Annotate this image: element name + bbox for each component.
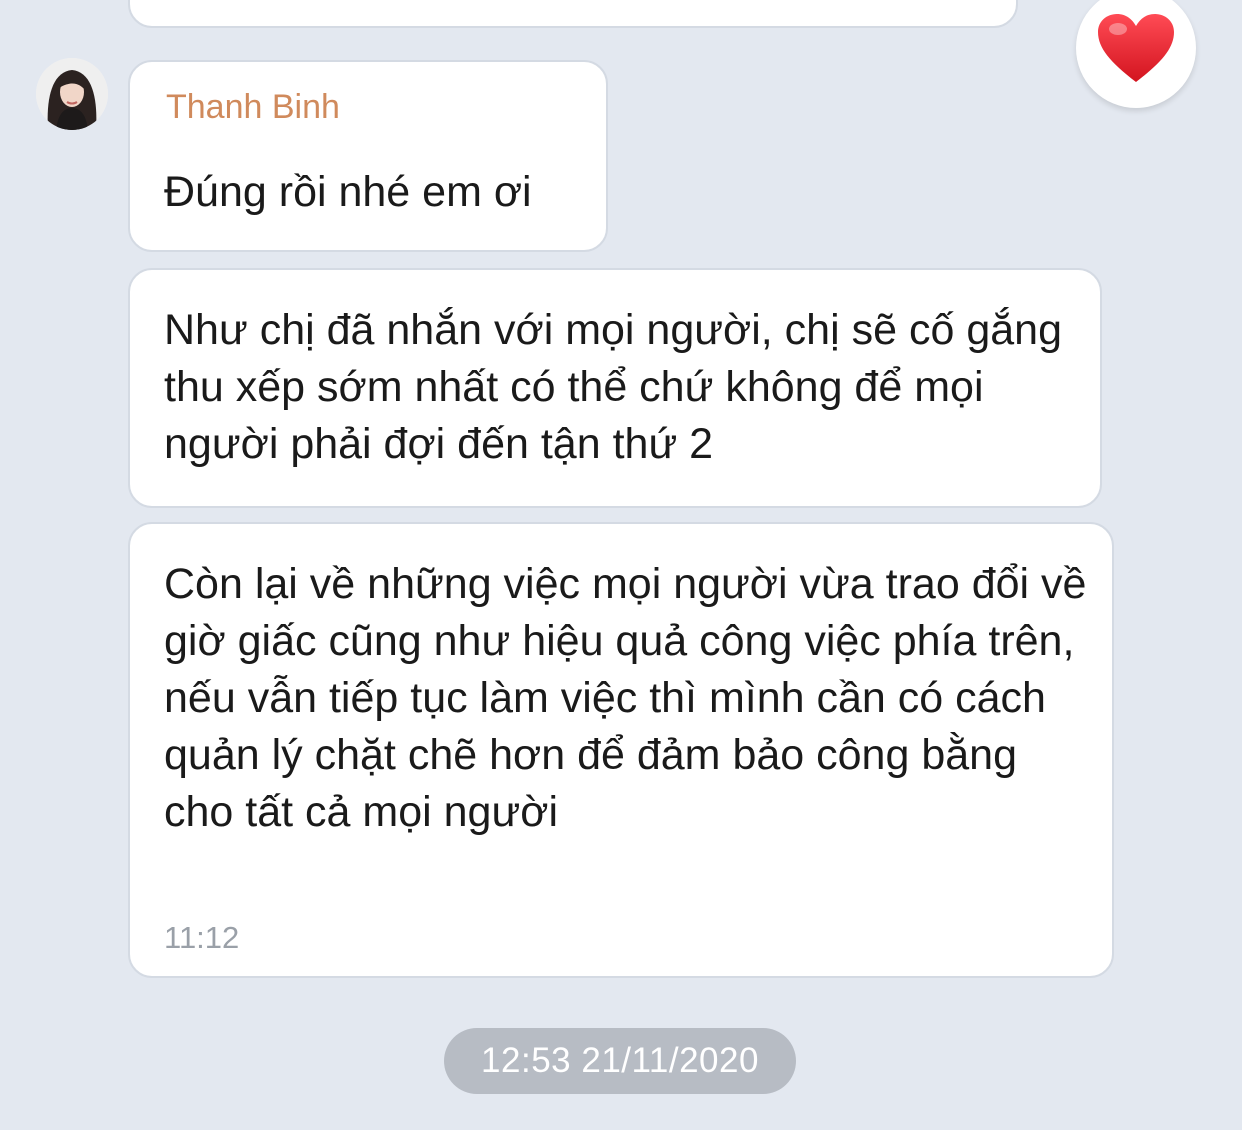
message-bubble[interactable]: Thanh Binh Đúng rồi nhé em ơi: [128, 60, 608, 252]
message-text: Đúng rồi nhé em ơi: [164, 168, 532, 216]
previous-message-bubble[interactable]: [128, 0, 1018, 28]
sender-name[interactable]: Thanh Binh: [166, 88, 340, 127]
message-text: Còn lại về những việc mọi người vừa trao…: [164, 560, 1087, 836]
avatar-image: [36, 58, 108, 130]
sender-avatar[interactable]: [36, 58, 108, 130]
message-text: Như chị đã nhắn với mọi người, chị sẽ cố…: [164, 306, 1062, 468]
reaction-button[interactable]: [1076, 0, 1196, 108]
message-bubble[interactable]: Như chị đã nhắn với mọi người, chị sẽ cố…: [128, 268, 1102, 508]
message-bubble[interactable]: Còn lại về những việc mọi người vừa trao…: [128, 522, 1114, 978]
message-timestamp: 11:12: [164, 920, 240, 955]
heart-icon: [1098, 14, 1174, 82]
date-separator: 12:53 21/11/2020: [444, 1028, 796, 1094]
